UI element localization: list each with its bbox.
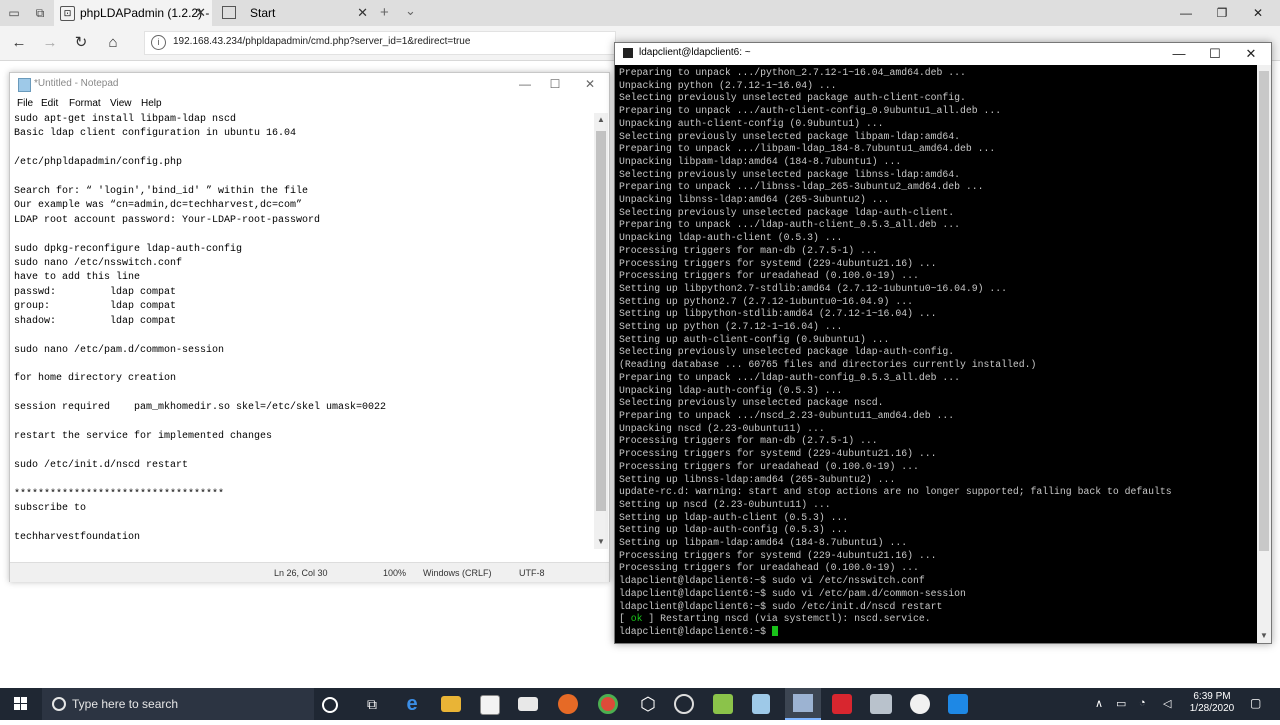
- clock-time: 6:39 PM: [1193, 691, 1231, 702]
- terminal-title: ldapclient@ldapclient6: ~: [639, 47, 751, 58]
- page-icon: [222, 6, 236, 19]
- search-icon: [52, 697, 66, 711]
- menu-file[interactable]: File: [17, 98, 33, 109]
- zoom-level: 100%: [383, 568, 407, 578]
- file-explorer-icon[interactable]: [441, 696, 461, 712]
- notepad-window: *Untitled - Notepad — ☐ ✕ File Edit Form…: [9, 72, 610, 582]
- scroll-thumb[interactable]: [1259, 71, 1269, 551]
- adobe-icon[interactable]: [832, 694, 852, 714]
- app-icon[interactable]: [674, 694, 694, 714]
- ok-status: ok: [630, 613, 643, 625]
- terminal-window: ldapclient@ldapclient6: ~ — ☐ ✕ Preparin…: [614, 42, 1272, 644]
- terminal-icon: [623, 48, 633, 58]
- page-icon: ⊡: [60, 6, 75, 21]
- start-button[interactable]: [0, 688, 40, 720]
- 3d-viewer-icon[interactable]: ⬡: [636, 692, 660, 716]
- notepad-menu-bar: File Edit Format View Help: [10, 95, 609, 111]
- tab-label: phpLDAPadmin (1.2.2) -: [80, 6, 210, 20]
- scroll-up-icon[interactable]: ▲: [597, 115, 605, 124]
- firefox-icon[interactable]: [558, 694, 578, 714]
- terminal-cursor: [771, 626, 778, 637]
- new-tab-icon[interactable]: +: [380, 4, 389, 21]
- line-ending: Windows (CRLF): [423, 568, 492, 578]
- search-placeholder: Type here to search: [72, 697, 179, 711]
- store-icon[interactable]: [480, 695, 500, 715]
- mail-icon[interactable]: [518, 697, 538, 711]
- windows-icon: [14, 697, 27, 710]
- scroll-down-icon[interactable]: ▼: [597, 537, 605, 546]
- tab-preview-icon[interactable]: ⧉: [32, 5, 48, 21]
- wifi-icon[interactable]: ◔: [1139, 697, 1146, 709]
- refresh-icon[interactable]: ↻: [72, 34, 90, 52]
- menu-edit[interactable]: Edit: [41, 98, 58, 109]
- app2-icon[interactable]: [910, 694, 930, 714]
- maximize-icon[interactable]: ☐: [1197, 43, 1233, 65]
- terminal-output[interactable]: Preparing to unpack .../python_2.7.12-1~…: [619, 67, 1249, 642]
- chevron-up-icon[interactable]: ∧: [1095, 697, 1103, 710]
- terminal-scrollbar[interactable]: ▼: [1257, 65, 1271, 643]
- putty-taskbar-button[interactable]: [785, 688, 821, 720]
- notepad-icon[interactable]: [752, 694, 770, 714]
- notepad-text-area[interactable]: sudo apt-get install libpam-ldap nscd Ba…: [14, 113, 594, 543]
- maximize-icon[interactable]: ☐: [540, 75, 570, 93]
- tab-actions-icon[interactable]: ▭: [6, 5, 22, 21]
- notepad-title-bar[interactable]: *Untitled - Notepad — ☐ ✕: [10, 73, 609, 95]
- scroll-down-icon[interactable]: ▼: [1260, 631, 1268, 640]
- notepad-status-bar: Ln 26, Col 30 100% Windows (CRLF) UTF-8: [10, 562, 609, 582]
- minimize-icon[interactable]: —: [1161, 43, 1197, 65]
- terminal-log-rest: ] Restarting nscd (via systemctl): nscd.…: [648, 613, 931, 625]
- back-icon[interactable]: ←: [10, 34, 28, 52]
- tab-list-icon[interactable]: ⌄: [405, 3, 416, 19]
- address-bar[interactable]: i 192.168.43.234/phpldapadmin/cmd.php?se…: [144, 31, 616, 55]
- restore-icon[interactable]: ❐: [1204, 0, 1240, 26]
- edge-icon[interactable]: e: [400, 692, 424, 716]
- close-tab-icon[interactable]: ✕: [195, 5, 206, 21]
- scroll-thumb[interactable]: [596, 131, 606, 511]
- notepad-title: *Untitled - Notepad: [34, 78, 119, 89]
- menu-view[interactable]: View: [110, 98, 132, 109]
- encoding: UTF-8: [519, 568, 545, 578]
- terminal-title-bar[interactable]: ldapclient@ldapclient6: ~ — ☐ ✕: [615, 43, 1271, 65]
- minimize-icon[interactable]: —: [1168, 0, 1204, 26]
- tab-label: Start: [250, 6, 276, 20]
- close-tab-icon[interactable]: ✕: [357, 5, 368, 21]
- notepad-icon: [18, 78, 31, 92]
- task-view-icon[interactable]: ⧉: [360, 692, 384, 716]
- close-icon[interactable]: ✕: [1233, 43, 1269, 65]
- minimize-icon[interactable]: —: [510, 75, 540, 93]
- chrome-icon[interactable]: [598, 694, 618, 714]
- forward-icon[interactable]: →: [41, 34, 59, 52]
- notepadpp-icon[interactable]: [713, 694, 733, 714]
- tab-start[interactable]: Start ✕: [216, 0, 374, 26]
- close-icon[interactable]: ✕: [575, 75, 605, 93]
- clock[interactable]: 6:39 PM 1/28/2020: [1185, 691, 1239, 715]
- putty-icon: [793, 694, 813, 712]
- close-icon[interactable]: ✕: [1240, 0, 1276, 26]
- notepad-scrollbar[interactable]: ▲ ▼: [594, 113, 608, 549]
- network-app-icon[interactable]: [870, 694, 892, 714]
- menu-help[interactable]: Help: [141, 98, 162, 109]
- cursor-position: Ln 26, Col 30: [274, 568, 328, 578]
- taskbar-search[interactable]: Type here to search: [42, 688, 314, 720]
- notification-icon[interactable]: ▢: [1250, 696, 1261, 710]
- home-icon[interactable]: ⌂: [104, 34, 122, 52]
- address-text: 192.168.43.234/phpldapadmin/cmd.php?serv…: [173, 36, 471, 47]
- terminal-prompt: ldapclient@ldapclient6:~$: [619, 625, 772, 637]
- volume-icon[interactable]: ◁: [1163, 697, 1171, 710]
- menu-format[interactable]: Format: [69, 98, 101, 109]
- system-tray: ∧ ▭ ◔ ◁ 6:39 PM 1/28/2020 ▢: [1088, 688, 1280, 720]
- app3-icon[interactable]: [948, 694, 968, 714]
- terminal-log: Preparing to unpack .../python_2.7.12-1~…: [619, 67, 1172, 625]
- tab-phpldapadmin[interactable]: ⊡ phpLDAPadmin (1.2.2) - ✕: [54, 0, 212, 26]
- clock-date: 1/28/2020: [1189, 703, 1235, 714]
- battery-icon[interactable]: ▭: [1116, 697, 1126, 710]
- info-icon: i: [151, 35, 166, 50]
- cortana-icon[interactable]: [322, 697, 338, 713]
